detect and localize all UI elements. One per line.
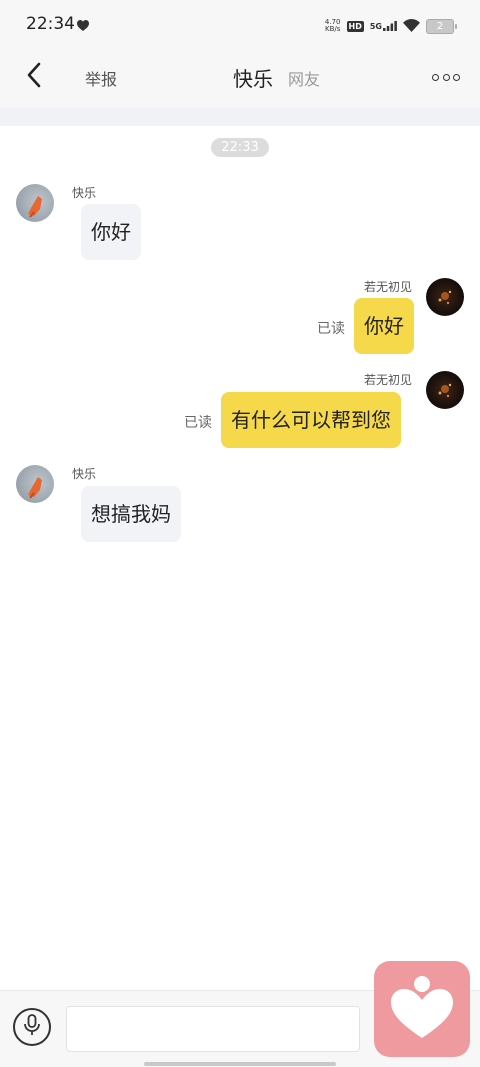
hd-badge: HD	[346, 20, 364, 32]
report-button[interactable]: 举报	[85, 66, 117, 90]
avatar-image	[438, 290, 452, 305]
back-button[interactable]	[20, 62, 48, 92]
avatar[interactable]	[426, 278, 464, 316]
sender-name: 快乐	[72, 186, 97, 200]
more-button[interactable]	[432, 67, 460, 87]
home-indicator[interactable]	[144, 1062, 336, 1066]
floating-app-button[interactable]	[374, 961, 470, 1057]
wifi-icon	[403, 17, 420, 36]
message-input[interactable]	[66, 1006, 360, 1052]
message-bubble[interactable]: 你好	[81, 204, 141, 260]
net-speed-unit: KB/s	[325, 25, 341, 33]
more-icon-dot	[453, 73, 460, 81]
message-bubble[interactable]: 有什么可以帮到您	[221, 392, 401, 448]
avatar-image	[438, 383, 452, 398]
sender-name: 若无初见	[364, 373, 413, 387]
more-icon-dot	[442, 73, 450, 81]
notification-icon	[77, 17, 89, 36]
signal-icon: 5G	[370, 21, 397, 31]
heart-app-icon	[389, 974, 455, 1044]
chat-subtitle: 网友	[288, 70, 321, 89]
sender-name: 若无初见	[364, 280, 413, 294]
chat-title: 快乐	[233, 67, 273, 91]
avatar[interactable]	[426, 371, 464, 409]
voice-button[interactable]	[13, 1008, 51, 1046]
status-time: 22:34	[26, 14, 75, 34]
chevron-left-icon	[26, 62, 42, 92]
nav-bar: 举报 快乐 网友	[0, 50, 480, 108]
avatar[interactable]	[16, 465, 54, 503]
avatar[interactable]	[16, 184, 54, 222]
battery-icon: 2	[426, 18, 457, 34]
net-speed: 4.70 KB/s	[325, 19, 341, 33]
avatar-image	[28, 477, 42, 499]
sender-name: 快乐	[72, 467, 97, 481]
read-receipt: 已读	[317, 321, 345, 337]
header-divider	[0, 108, 480, 126]
more-icon	[432, 73, 439, 81]
message-bubble[interactable]: 你好	[354, 298, 414, 354]
read-receipt: 已读	[184, 415, 212, 431]
status-bar: 22:34 4.70 KB/s HD 5G 2	[0, 0, 480, 50]
network-type: 5G	[369, 22, 382, 31]
status-icons: 4.70 KB/s HD 5G 2	[325, 16, 457, 36]
chat-timestamp: 22:33	[211, 138, 269, 157]
avatar-image	[28, 196, 42, 218]
microphone-icon	[23, 1014, 41, 1040]
message-bubble[interactable]: 想搞我妈	[81, 486, 181, 542]
